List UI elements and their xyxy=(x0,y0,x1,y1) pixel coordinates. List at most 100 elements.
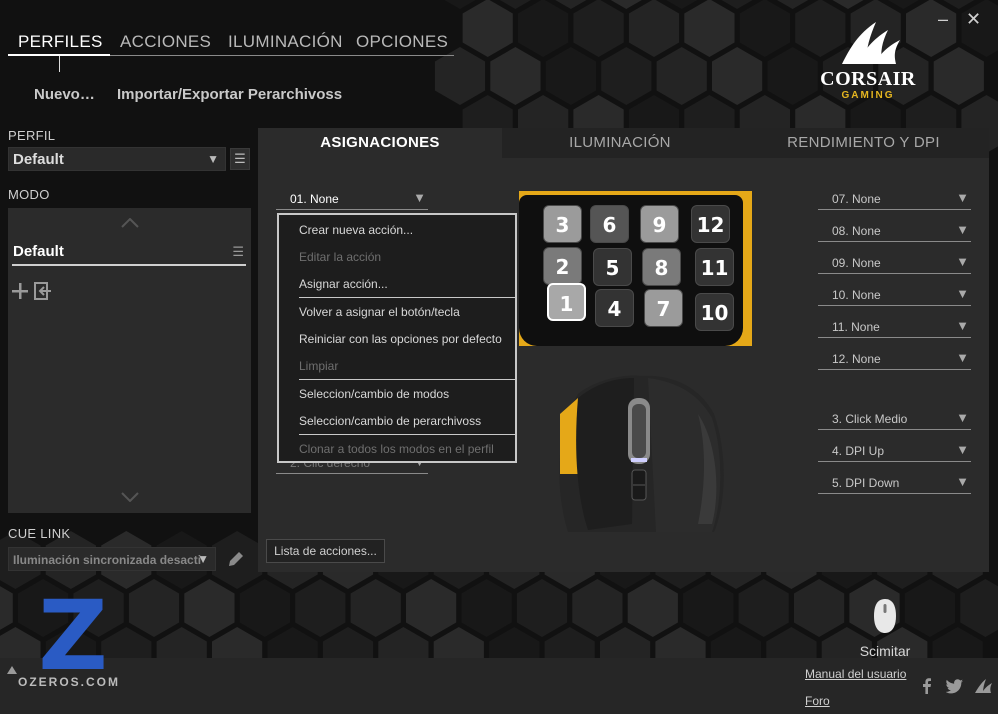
key-select-value: 08. None xyxy=(832,224,881,238)
key-select-value: 10. None xyxy=(832,288,881,302)
corsair-icon[interactable] xyxy=(974,678,994,694)
key-select-value: 01. None xyxy=(290,192,339,206)
chevron-down-icon: ▼ xyxy=(956,190,969,205)
key-select-dpi-down[interactable]: 5. DPI Down ▼ xyxy=(818,472,971,494)
hex-tile xyxy=(518,0,569,57)
action-list-button[interactable]: Lista de acciones... xyxy=(266,539,385,563)
new-profile-button[interactable]: Nuevo… xyxy=(34,86,95,103)
menu-item-asignar-accion[interactable]: Asignar acción... xyxy=(299,277,388,291)
chevron-down-icon: ▼ xyxy=(956,442,969,457)
tab-iluminacion-main[interactable]: ILUMINACIÓN xyxy=(502,128,738,158)
main-tabs: ASIGNACIONES ILUMINACIÓN RENDIMIENTO Y D… xyxy=(258,128,989,158)
hex-tile xyxy=(738,579,789,637)
keypad-key-2[interactable]: 2 xyxy=(543,247,582,285)
facebook-icon[interactable] xyxy=(920,678,934,694)
import-export-button[interactable]: Importar/Exportar Perarchivoss xyxy=(117,86,342,103)
key-select-09[interactable]: 09. None ▼ xyxy=(818,252,971,274)
mouse-device-icon[interactable] xyxy=(873,598,897,634)
hex-tile xyxy=(239,579,290,637)
expand-up-icon[interactable] xyxy=(7,666,17,674)
tab-acciones[interactable]: ACCIONES xyxy=(120,32,211,52)
keypad-key-11[interactable]: 11 xyxy=(695,248,734,286)
menu-item-reiniciar[interactable]: Reiniciar con las opciones por defecto xyxy=(299,332,502,346)
keypad-key-8[interactable]: 8 xyxy=(642,248,681,286)
cue-link-value: Iluminación sincronizada desacti xyxy=(13,553,202,567)
menu-separator xyxy=(299,434,515,435)
hex-tile xyxy=(627,579,678,637)
key-select-07[interactable]: 07. None ▼ xyxy=(818,188,971,210)
tab-asignaciones[interactable]: ASIGNACIONES xyxy=(258,128,502,158)
cue-link-label: CUE LINK xyxy=(8,526,71,541)
hex-tile xyxy=(601,47,652,105)
brand-name: CORSAIR xyxy=(820,68,916,90)
mode-label: MODO xyxy=(8,187,50,202)
tab-opciones[interactable]: OPCIONES xyxy=(356,32,448,52)
hex-tile xyxy=(960,579,998,637)
key-select-value: 07. None xyxy=(832,192,881,206)
hex-tile xyxy=(350,579,401,637)
key-select-11[interactable]: 11. None ▼ xyxy=(818,316,971,338)
hex-tile xyxy=(545,47,596,105)
tab-perfiles[interactable]: PERFILES xyxy=(18,32,103,52)
brand-sub: GAMING xyxy=(841,90,895,101)
hamburger-icon: ☰ xyxy=(234,151,246,166)
twitter-icon[interactable] xyxy=(946,679,964,694)
chevron-down-icon: ▼ xyxy=(197,552,209,566)
scroll-up-icon[interactable] xyxy=(121,218,139,228)
keypad-key-6[interactable]: 6 xyxy=(590,205,629,243)
menu-item-crear-accion[interactable]: Crear nueva acción... xyxy=(299,223,413,237)
chevron-down-icon: ▼ xyxy=(956,410,969,425)
hex-tile xyxy=(573,0,624,57)
profile-menu-button[interactable]: ☰ xyxy=(230,148,250,170)
hex-tile xyxy=(767,47,818,105)
add-icon[interactable] xyxy=(11,282,29,300)
cue-link-select[interactable]: Iluminación sincronizada desacti ▼ xyxy=(8,547,216,571)
close-button[interactable]: ✕ xyxy=(966,10,981,28)
hex-tile xyxy=(516,579,568,637)
mode-panel: Default ☰ xyxy=(8,208,251,513)
pencil-icon[interactable] xyxy=(226,549,246,569)
menu-item-editar-accion: Editar la acción xyxy=(299,250,382,264)
hex-tile xyxy=(739,0,790,57)
key-select-10[interactable]: 10. None ▼ xyxy=(818,284,971,306)
menu-item-limpiar: Limpiar xyxy=(299,359,339,373)
hex-tile xyxy=(656,47,707,105)
hex-tile xyxy=(128,579,180,637)
hex-tile xyxy=(295,579,346,637)
menu-item-cambio-modos[interactable]: Seleccion/cambio de modos xyxy=(299,387,449,401)
key-select-middle-click[interactable]: 3. Click Medio ▼ xyxy=(818,408,971,430)
keypad-key-12[interactable]: 12 xyxy=(691,205,730,243)
key-select-value: 4. DPI Up xyxy=(832,444,885,458)
hex-tile xyxy=(572,579,623,637)
menu-item-reasignar-boton[interactable]: Volver a asignar el botón/tecla xyxy=(299,305,460,319)
user-manual-link[interactable]: Manual del usuario xyxy=(805,667,906,681)
key-select-08[interactable]: 08. None ▼ xyxy=(818,220,971,242)
key-select-dpi-up[interactable]: 4. DPI Up ▼ xyxy=(818,440,971,462)
watermark-text: OZEROS.COM xyxy=(18,675,121,689)
keypad-key-3[interactable]: 3 xyxy=(543,205,582,243)
minimize-button[interactable]: – xyxy=(938,10,948,28)
forum-link[interactable]: Foro xyxy=(805,694,830,708)
import-icon[interactable] xyxy=(34,282,52,300)
nav-pointer xyxy=(59,56,60,72)
keypad-key-5[interactable]: 5 xyxy=(593,248,632,286)
keypad-key-4[interactable]: 4 xyxy=(595,289,634,327)
mode-item-label: Default xyxy=(13,243,64,260)
scroll-down-icon[interactable] xyxy=(121,492,139,502)
hamburger-icon[interactable]: ☰ xyxy=(232,244,244,260)
keypad-key-1[interactable]: 1 xyxy=(547,283,586,321)
chevron-down-icon: ▼ xyxy=(207,152,219,166)
key-select-value: 3. Click Medio xyxy=(832,412,908,426)
side-keypad: 3 6 9 12 2 5 8 11 1 4 7 10 xyxy=(519,195,743,346)
menu-item-cambio-perfiles[interactable]: Seleccion/cambio de perarchivoss xyxy=(299,414,481,428)
mode-item-default[interactable]: Default ☰ xyxy=(12,240,246,266)
key-select-12[interactable]: 12. None ▼ xyxy=(818,348,971,370)
keypad-key-7[interactable]: 7 xyxy=(644,289,683,327)
key-select-01[interactable]: 01. None ▼ xyxy=(276,188,428,210)
profile-select[interactable]: Default ▼ xyxy=(8,147,226,171)
tab-iluminacion[interactable]: ILUMINACIÓN xyxy=(228,32,343,52)
keypad-key-9[interactable]: 9 xyxy=(640,205,679,243)
tab-rendimiento-dpi[interactable]: RENDIMIENTO Y DPI xyxy=(738,128,989,158)
keypad-key-10[interactable]: 10 xyxy=(695,293,734,331)
chevron-down-icon: ▼ xyxy=(956,350,969,365)
